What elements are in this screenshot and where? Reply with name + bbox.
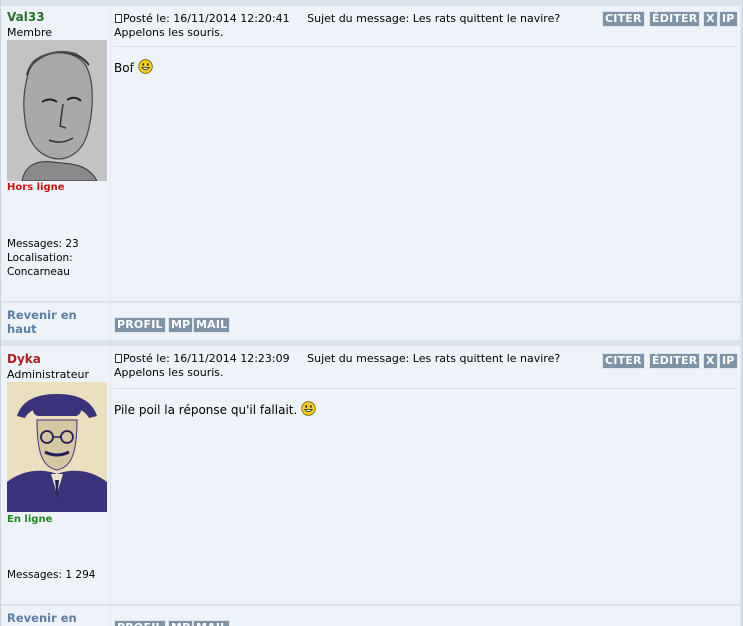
smiley-icon xyxy=(137,59,153,74)
post-header: Posté le: 16/11/2014 12:23:09 Sujet du m… xyxy=(115,352,560,365)
quote-button[interactable]: CITER xyxy=(602,353,645,369)
delete-button[interactable]: X xyxy=(703,11,718,27)
post-header: Posté le: 16/11/2014 12:20:41 Sujet du m… xyxy=(115,12,560,25)
post-footer-left: Revenir en haut xyxy=(1,303,110,340)
post-footer-left: Revenir en haut xyxy=(1,606,110,626)
post-icon xyxy=(115,14,122,23)
author-name[interactable]: Val33 xyxy=(7,10,45,24)
post-date: Posté le: 16/11/2014 12:23:09 xyxy=(123,352,290,365)
edit-button[interactable]: ÉDITER xyxy=(649,353,701,369)
back-to-top-link[interactable]: Revenir en haut xyxy=(7,308,110,336)
pm-button[interactable]: MP xyxy=(168,317,194,333)
post-icon xyxy=(115,354,122,363)
post-divider xyxy=(114,46,736,47)
pm-button[interactable]: MP xyxy=(168,620,194,626)
post-subject-cont: Appelons les souris. xyxy=(114,366,224,379)
smiley-icon xyxy=(301,401,316,416)
post-footer-right: PROFIL MP MAIL xyxy=(111,606,740,626)
edit-button[interactable]: ÉDITER xyxy=(649,11,701,27)
post-author-panel: Dyka Administrateur En ligne Messages: 1… xyxy=(1,346,110,604)
post-body: Pile poil la réponse qu'il fallait. xyxy=(114,401,316,417)
delete-button[interactable]: X xyxy=(703,353,718,369)
post-footer-right: PROFIL MP MAIL xyxy=(111,303,740,340)
author-stat-location: Concarneau xyxy=(7,266,70,278)
post-author-panel: Val33 Membre Hors ligne Messages: 23 Loc… xyxy=(1,6,110,301)
post-body: Bof xyxy=(114,59,153,75)
post-subject: Sujet du message: Les rats quittent le n… xyxy=(307,12,561,25)
author-name[interactable]: Dyka xyxy=(7,352,41,366)
author-rank: Administrateur xyxy=(7,368,89,381)
online-status: En ligne xyxy=(7,514,53,525)
quote-button[interactable]: CITER xyxy=(602,11,645,27)
author-stat-messages: Messages: 23 xyxy=(7,238,79,250)
post-content-panel: Posté le: 16/11/2014 12:23:09 Sujet du m… xyxy=(111,346,740,604)
post-subject: Sujet du message: Les rats quittent le n… xyxy=(307,352,561,365)
mail-button[interactable]: MAIL xyxy=(193,317,231,333)
post-subject-cont: Appelons les souris. xyxy=(114,26,224,39)
author-stat-location-label: Localisation: xyxy=(7,252,73,264)
post-date: Posté le: 16/11/2014 12:20:41 xyxy=(123,12,290,25)
post-text: Bof xyxy=(114,61,134,75)
post-content-panel: Posté le: 16/11/2014 12:20:41 Sujet du m… xyxy=(111,6,740,301)
post-text: Pile poil la réponse qu'il fallait. xyxy=(114,403,298,417)
author-rank: Membre xyxy=(7,26,53,39)
online-status: Hors ligne xyxy=(7,182,65,193)
profile-button[interactable]: PROFIL xyxy=(114,620,166,626)
mail-button[interactable]: MAIL xyxy=(193,620,231,626)
author-avatar xyxy=(7,382,107,512)
back-to-top-link[interactable]: Revenir en haut xyxy=(7,611,110,626)
profile-button[interactable]: PROFIL xyxy=(114,317,166,333)
author-stat-messages: Messages: 1 294 xyxy=(7,569,96,581)
post-divider xyxy=(114,388,736,389)
ip-button[interactable]: IP xyxy=(719,11,738,27)
ip-button[interactable]: IP xyxy=(719,353,738,369)
author-avatar xyxy=(7,40,107,181)
